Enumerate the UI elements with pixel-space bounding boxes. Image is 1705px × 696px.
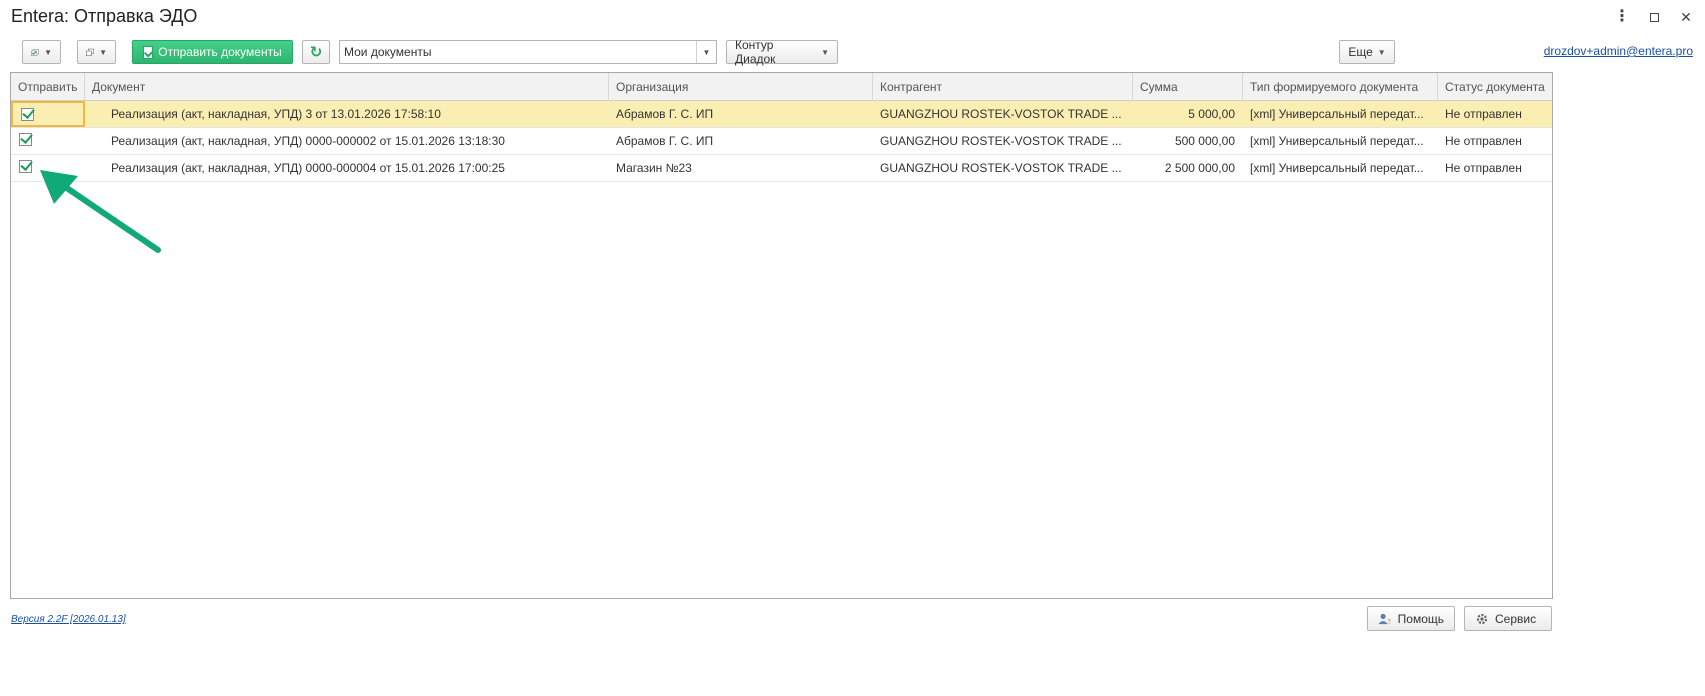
document-type-cell: [xml] Универсальный передат... xyxy=(1250,107,1424,121)
organization-cell: Абрамов Г. С. ИП xyxy=(616,134,714,148)
send-checkbox[interactable] xyxy=(19,133,32,146)
table-header: Отправить Документ Организация Контраген… xyxy=(11,73,1552,101)
help-button[interactable]: ? Помощь xyxy=(1367,606,1455,631)
sum-cell: 2 500 000,00 xyxy=(1164,161,1235,175)
document-cell: Реализация (акт, накладная, УПД) 3 от 13… xyxy=(111,107,441,121)
counterparty-cell: GUANGZHOU ROSTEK-VOSTOK TRADE ... xyxy=(880,161,1122,175)
checkboxes-icon xyxy=(31,48,39,56)
status-cell: Не отправлен xyxy=(1445,134,1522,148)
provider-menu-button[interactable]: Контур Диадок ▼ xyxy=(726,38,838,66)
sum-cell: 5 000,00 xyxy=(1188,107,1235,121)
copy-icon xyxy=(86,48,94,56)
user-email-link[interactable]: drozdov+admin@entera.pro xyxy=(1544,44,1693,58)
sum-cell: 500 000,00 xyxy=(1174,134,1235,148)
column-header-status[interactable]: Статус документа xyxy=(1438,73,1552,101)
chevron-down-icon: ▼ xyxy=(99,47,107,57)
more-label: Еще xyxy=(1348,45,1373,59)
chevron-down-icon: ▼ xyxy=(1377,47,1386,57)
document-type-cell: [xml] Универсальный передат... xyxy=(1250,161,1424,175)
table-row[interactable]: Реализация (акт, накладная, УПД) 3 от 13… xyxy=(11,101,1552,128)
column-header-organization[interactable]: Организация xyxy=(609,73,873,101)
svg-text:?: ? xyxy=(1387,618,1391,626)
document-type-cell: [xml] Универсальный передат... xyxy=(1250,134,1424,148)
send-checkbox-cell[interactable] xyxy=(11,128,85,154)
send-documents-button[interactable]: Отправить документы xyxy=(132,40,293,64)
table-row[interactable]: Реализация (акт, накладная, УПД) 0000-00… xyxy=(11,128,1552,155)
close-icon[interactable]: ✕ xyxy=(1677,8,1695,26)
status-cell: Не отправлен xyxy=(1445,107,1522,121)
check-all-button[interactable]: ▼ xyxy=(22,40,61,64)
maximize-icon[interactable] xyxy=(1645,8,1663,26)
help-label: Помощь xyxy=(1397,611,1444,626)
service-button[interactable]: Сервис xyxy=(1464,606,1552,631)
organization-cell: Магазин №23 xyxy=(616,161,692,175)
document-filter-select[interactable]: Мои документы ▼ xyxy=(339,40,717,64)
documents-table: Отправить Документ Организация Контраген… xyxy=(10,72,1553,599)
help-user-icon: ? xyxy=(1378,613,1391,626)
chevron-down-icon: ▼ xyxy=(821,47,829,57)
counterparty-cell: GUANGZHOU ROSTEK-VOSTOK TRADE ... xyxy=(880,107,1122,121)
copy-menu-button[interactable]: ▼ xyxy=(77,40,116,64)
column-header-document-type[interactable]: Тип формируемого документа xyxy=(1243,73,1438,101)
service-label: Сервис xyxy=(1495,611,1537,626)
document-filter-value: Мои документы xyxy=(344,45,432,59)
organization-cell: Абрамов Г. С. ИП xyxy=(616,107,714,121)
column-header-sum[interactable]: Сумма xyxy=(1133,73,1243,101)
annotation-arrow-icon xyxy=(40,170,161,253)
window-title: Entera: Отправка ЭДО xyxy=(11,6,198,26)
gear-icon xyxy=(1476,613,1488,624)
table-row[interactable]: Реализация (акт, накладная, УПД) 0000-00… xyxy=(11,155,1552,182)
more-actions-icon[interactable]: ⋮ xyxy=(1613,8,1631,26)
provider-label: Контур Диадок xyxy=(735,38,776,66)
more-menu-button[interactable]: Еще ▼ xyxy=(1339,40,1395,64)
refresh-button[interactable]: ↻ xyxy=(302,40,330,64)
document-send-icon xyxy=(143,45,154,59)
toolbar: ▼ ▼ Отправить документы ↻ Мои документы … xyxy=(0,38,1705,66)
refresh-icon: ↻ xyxy=(309,44,323,61)
column-header-counterparty[interactable]: Контрагент xyxy=(873,73,1133,101)
send-checkbox-cell[interactable] xyxy=(11,101,85,127)
counterparty-cell: GUANGZHOU ROSTEK-VOSTOK TRADE ... xyxy=(880,134,1122,148)
window-controls: ⋮ ✕ xyxy=(1613,8,1695,26)
version-link[interactable]: Версия 2.2F [2026.01.13] xyxy=(11,614,126,625)
status-cell: Не отправлен xyxy=(1445,161,1522,175)
send-checkbox[interactable] xyxy=(21,108,34,121)
column-header-document[interactable]: Документ xyxy=(85,73,609,101)
document-cell: Реализация (акт, накладная, УПД) 0000-00… xyxy=(111,134,505,148)
chevron-down-icon[interactable]: ▼ xyxy=(696,41,716,63)
chevron-down-icon: ▼ xyxy=(44,47,52,57)
column-header-send[interactable]: Отправить xyxy=(11,73,85,101)
send-documents-label: Отправить документы xyxy=(158,45,282,59)
